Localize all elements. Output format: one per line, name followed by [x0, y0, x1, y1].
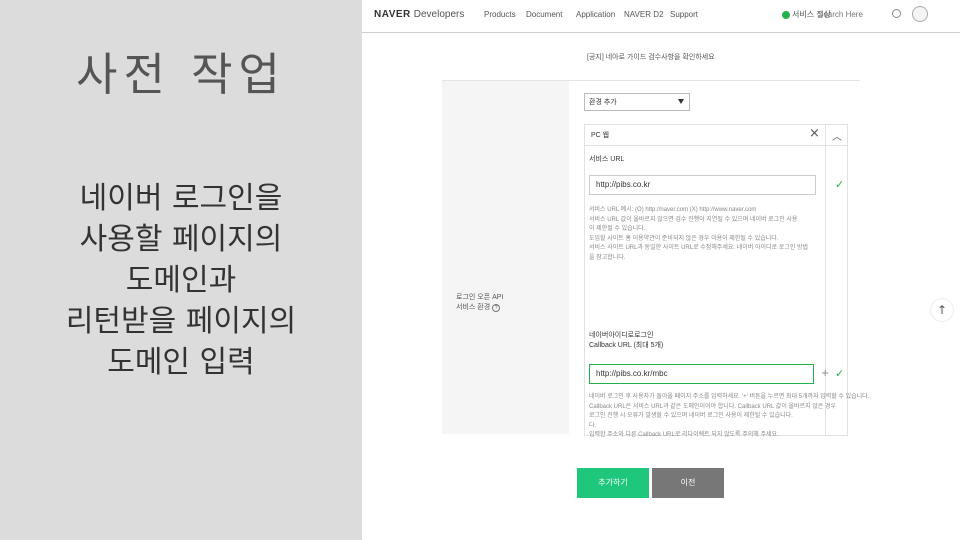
help-line: Callback URL은 서비스 URL과 같은 도메인이어야 합니다. Ca… [589, 403, 836, 410]
top-navigation: NAVER Developers Products Document Applic… [362, 0, 960, 33]
naver-developers-screenshot: NAVER Developers Products Document Applic… [362, 0, 960, 540]
environment-select[interactable]: 환경 추가 [584, 93, 690, 111]
help-line: 이 제한될 수 있습니다. [589, 226, 646, 233]
label-line-2: 서비스 환경 [456, 304, 491, 311]
help-line: 을 참고합니다. [589, 254, 626, 261]
slide-body: 네이버 로그인을 사용할 페이지의 도메인과 리턴받을 페이지의 도메인 입력 [0, 178, 362, 383]
help-line: 서비스 사이트 URL과 동일한 사이트 URL로 수정해주세요. 네이버 아이… [589, 245, 808, 252]
help-line: 다. [589, 422, 597, 429]
nav-support[interactable]: Support [670, 10, 698, 19]
service-url-input[interactable]: http://pibs.co.kr [589, 175, 816, 195]
close-icon[interactable]: × [809, 126, 820, 141]
pc-web-title: PC 웹 [591, 132, 610, 139]
callback-label-line-1: 네이버아이디로로그인 [589, 332, 654, 339]
search-input[interactable]: Search Here [818, 10, 863, 19]
help-line: 서비스 URL 예시: (O) http://naver.com (X) htt… [589, 207, 757, 213]
logo-bold: NAVER [374, 9, 411, 20]
check-icon: ✓ [835, 178, 845, 191]
review-notice-link[interactable]: [공지] 네아로 가이드 검수사항을 확인하세요 [587, 52, 715, 62]
help-question-icon[interactable]: ? [492, 304, 501, 312]
service-environment-label: 로그인 오픈 API 서비스 환경 ? [456, 293, 503, 313]
nav-products[interactable]: Products [484, 10, 516, 19]
pc-web-side: ︿ [825, 125, 848, 435]
help-line: 로그인 진행 시 오류가 발생할 수 있으며 네이버 로그인 사용이 제한될 수… [589, 413, 793, 420]
environment-select-value: 환경 추가 [589, 99, 617, 106]
service-url-value: http://pibs.co.kr [596, 180, 651, 189]
add-url-icon[interactable]: + [821, 368, 829, 379]
notice-area: [공지] 네아로 가이드 검수사항을 확인하세요 [442, 34, 860, 81]
check-icon: ✓ [835, 367, 845, 380]
nav-application[interactable]: Application [576, 10, 615, 19]
avatar[interactable] [912, 6, 928, 22]
logo-light: Developers [413, 9, 465, 20]
slide-title: 사전 작업 [76, 48, 286, 101]
application-form: [공지] 네아로 가이드 검수사항을 확인하세요 로그인 오픈 API 서비스 … [442, 34, 869, 438]
help-line: 네이버 로그인 후 사용자가 돌아올 페이지 주소를 입력하세요. '+' 버튼… [589, 394, 870, 400]
service-url-help: 서비스 URL 예시: (O) http://naver.com (X) htt… [589, 206, 808, 264]
help-line: 입력한 주소와 다른 Callback URL로 리다이렉트 되지 않도록 주의… [589, 432, 779, 439]
scroll-to-top-button[interactable]: ↑ [930, 298, 954, 322]
nav-document[interactable]: Document [526, 10, 562, 19]
pc-web-panel: PC 웹 × ︿ 서비스 URL http://pibs.co.kr ✓ 서비스… [584, 124, 869, 438]
help-line: 서비스 URL 값이 올바르지 않으면 검수 진행이 지연될 수 있으며 네이버… [589, 216, 798, 223]
prev-button[interactable]: 이전 [652, 468, 724, 498]
add-button[interactable]: 추가하기 [577, 468, 649, 498]
chevron-up-icon[interactable]: ︿ [832, 128, 842, 143]
arrow-up-icon: ↑ [936, 303, 948, 317]
nav-naver-d2[interactable]: NAVER D2 [624, 10, 663, 19]
callback-url-value: http://pibs.co.kr/mbc [596, 369, 668, 378]
row-label-column: 로그인 오픈 API 서비스 환경 ? [442, 81, 569, 434]
label-line-1: 로그인 오픈 API [456, 294, 504, 301]
slide-body-line: 네이버 로그인을 [79, 181, 283, 216]
callback-url-label: 네이버아이디로로그인 Callback URL (최대 5개) [589, 331, 663, 351]
callback-url-help: 네이버 로그인 후 사용자가 돌아올 페이지 주소를 입력하세요. '+' 버튼… [589, 393, 869, 441]
chevron-down-icon [678, 99, 684, 104]
callback-label-line-2: Callback URL (최대 5개) [589, 342, 664, 349]
naver-developers-logo[interactable]: NAVER Developers [374, 9, 464, 20]
slide-body-line: 사용할 페이지의 [79, 222, 283, 257]
pc-web-header: PC 웹 × [585, 125, 847, 146]
slide-body-line: 도메인과 [125, 263, 237, 298]
service-url-label: 서비스 URL [589, 156, 625, 163]
callback-url-input[interactable]: http://pibs.co.kr/mbc [589, 364, 814, 384]
slide-body-line: 리턴받을 페이지의 [65, 304, 297, 339]
help-line: 도입할 사이트 홈 이용약관이 준비되지 않은 경우 이용이 제한될 수 있습니… [589, 235, 779, 242]
search-icon[interactable] [892, 9, 901, 18]
status-check-icon [782, 10, 790, 19]
slide-panel: 사전 작업 네이버 로그인을 사용할 페이지의 도메인과 리턴받을 페이지의 도… [0, 0, 362, 540]
slide-body-line: 도메인 입력 [107, 345, 255, 380]
